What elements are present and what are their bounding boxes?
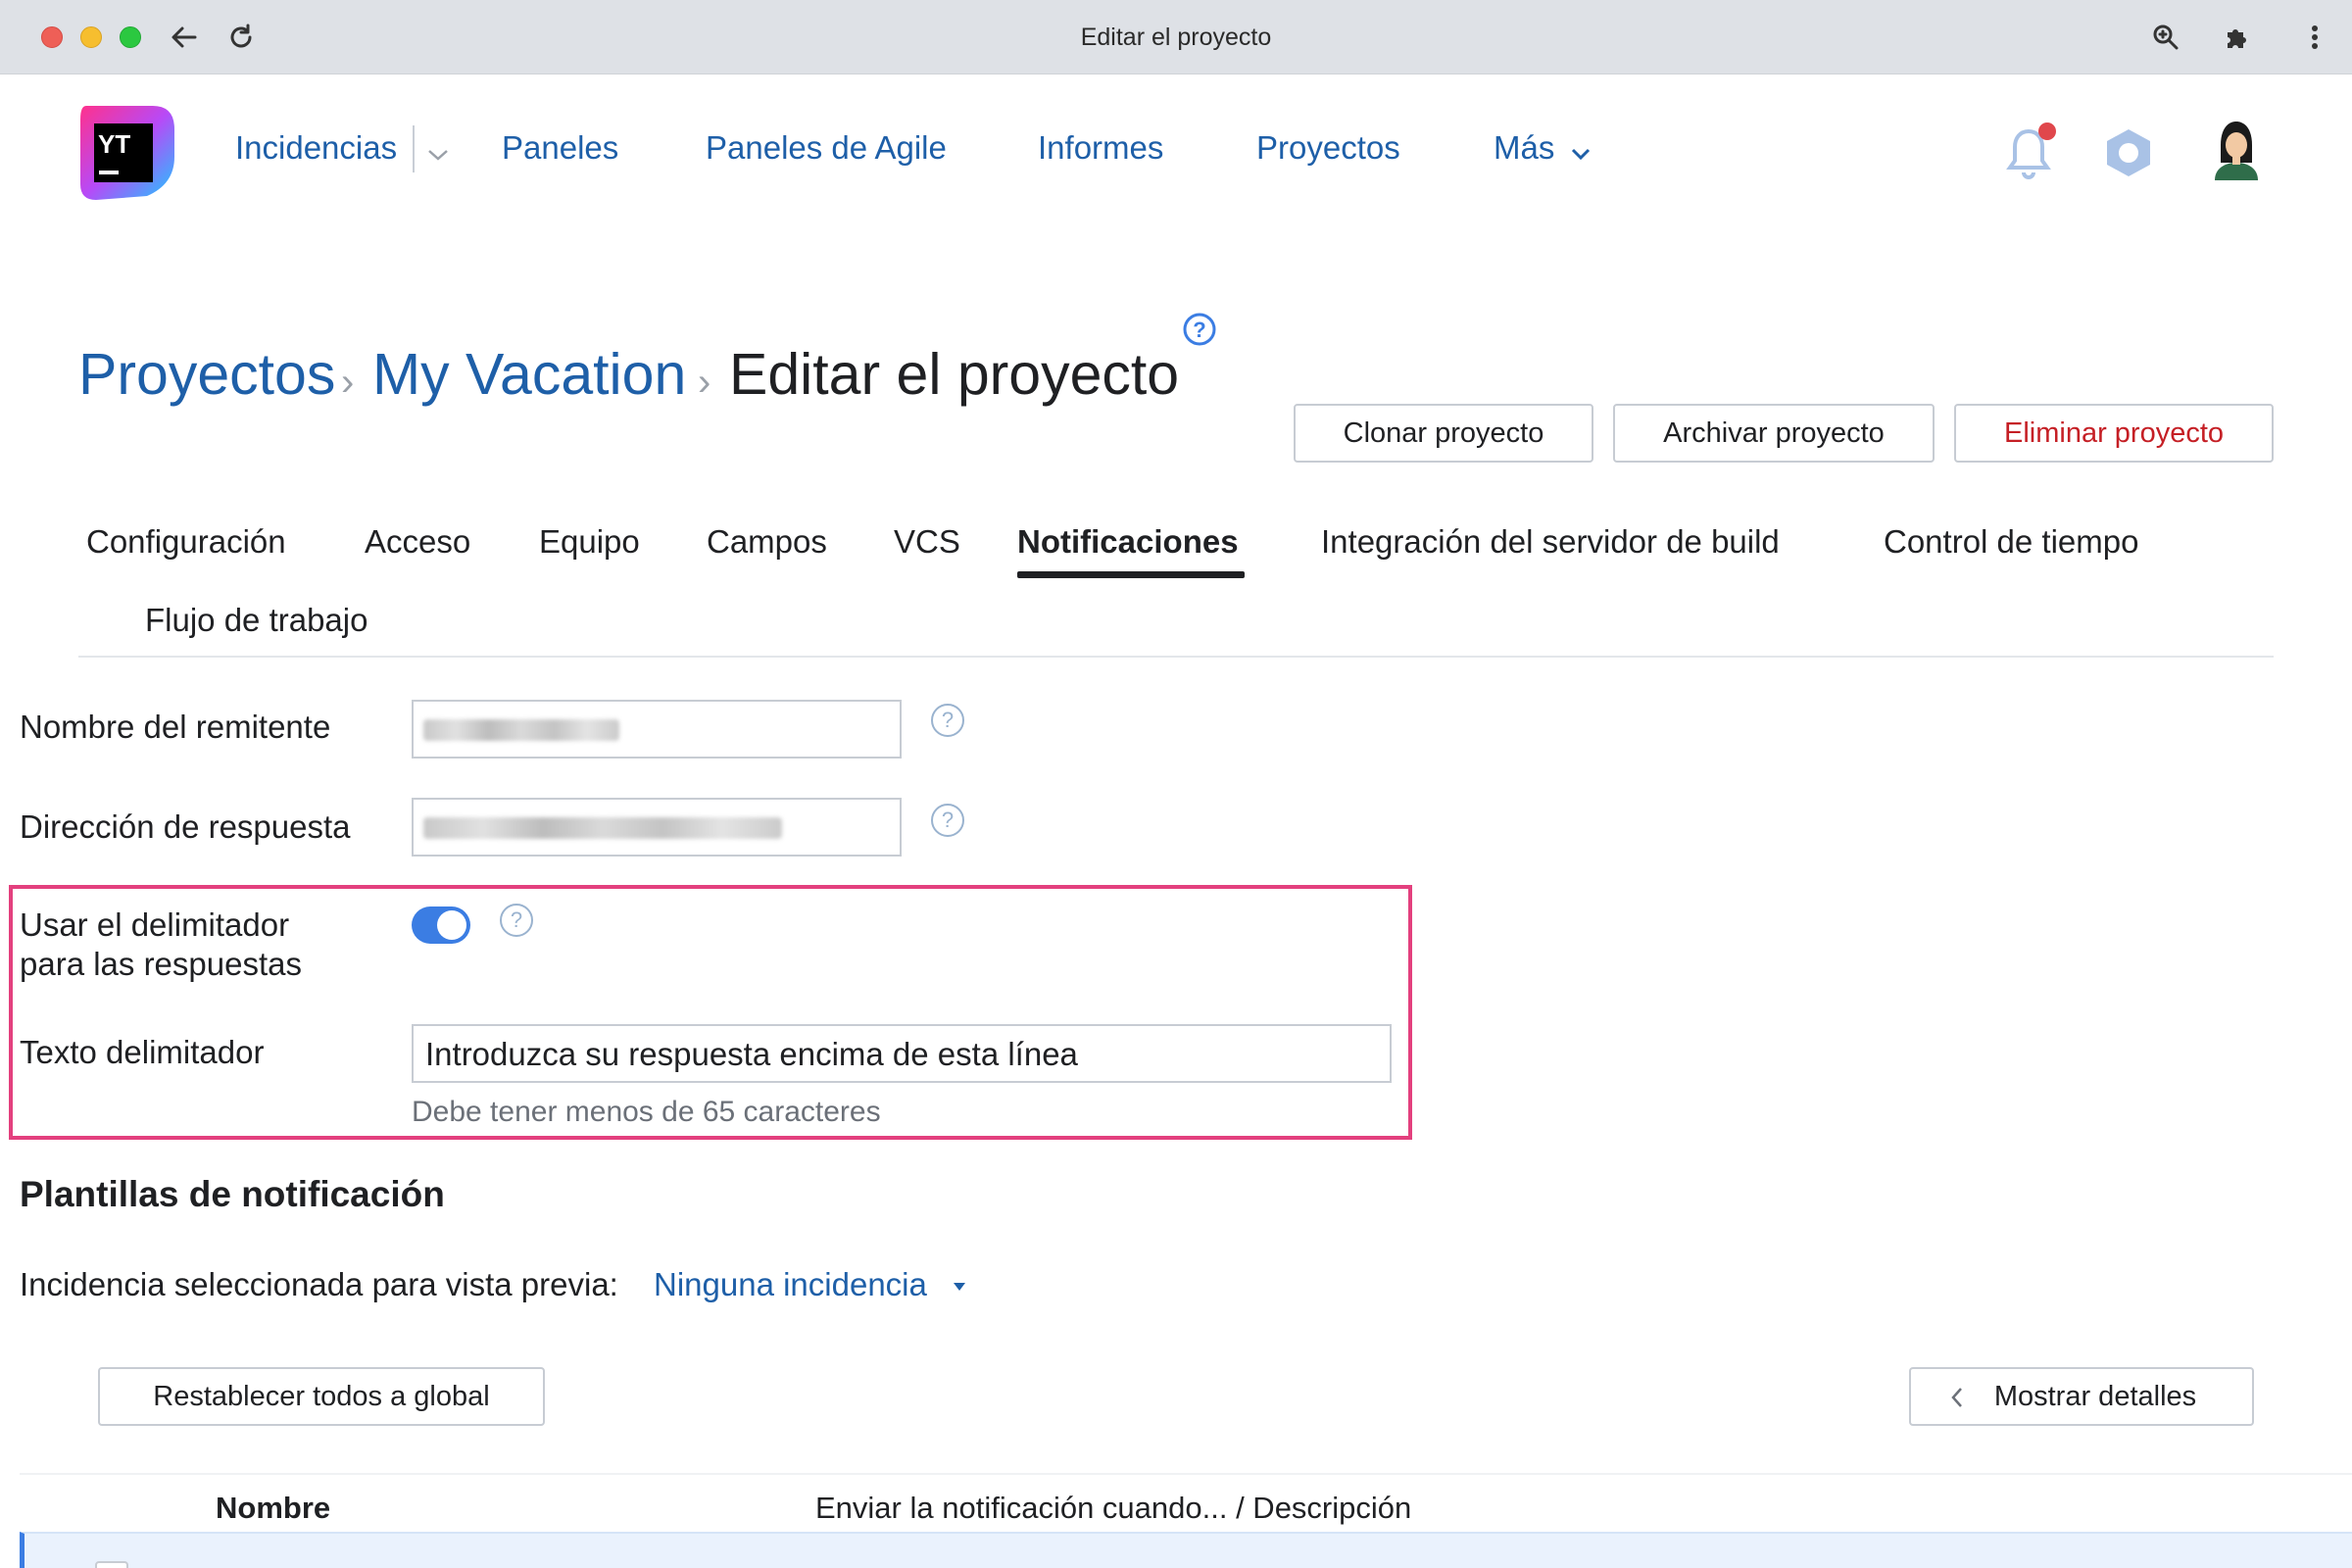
preview-issue-select[interactable]: Ninguna incidencia [654, 1266, 927, 1303]
breadcrumb-separator: › [341, 361, 355, 404]
browser-menu-icon[interactable] [2295, 18, 2334, 57]
toggle-knob [437, 910, 466, 940]
avatar[interactable] [2207, 116, 2266, 180]
delimiter-text-input[interactable]: Introduzca su respuesta encima de esta l… [412, 1024, 1392, 1083]
nav-paneles[interactable]: Paneles [502, 129, 618, 167]
tab-integracion-build[interactable]: Integración del servidor de build [1321, 523, 1780, 561]
notifications-bell-icon[interactable] [2001, 120, 2060, 184]
mas-chevron-down-icon[interactable] [1568, 141, 1593, 167]
sender-name-label: Nombre del remitente [20, 709, 331, 745]
youtrack-logo[interactable]: YT [76, 102, 178, 204]
nav-incidencias[interactable]: Incidencias [235, 129, 397, 167]
show-details-label: Mostrar detalles [1993, 1380, 2197, 1412]
delimiter-help-icon[interactable]: ? [500, 904, 533, 937]
window-title: Editar el proyecto [1080, 24, 1272, 51]
svg-text:?: ? [1193, 318, 1205, 342]
nav-mas[interactable]: Más [1494, 129, 1554, 167]
reply-address-label: Dirección de respuesta [20, 808, 351, 845]
help-hexagon-icon[interactable] [2101, 125, 2156, 180]
tab-campos[interactable]: Campos [707, 523, 827, 561]
tab-notificaciones[interactable]: Notificaciones [1017, 523, 1239, 561]
archive-project-button[interactable]: Archivar proyecto [1613, 404, 1935, 463]
delete-project-button[interactable]: Eliminar proyecto [1954, 404, 2274, 463]
delimiter-text-value: Introduzca su respuesta encima de esta l… [425, 1036, 1078, 1072]
reply-address-help-icon[interactable]: ? [931, 804, 964, 837]
active-tab-indicator [1017, 571, 1245, 578]
page-title: Editar el proyecto [729, 342, 1180, 407]
sender-name-help-icon[interactable]: ? [931, 704, 964, 737]
zoom-icon[interactable] [2146, 18, 2185, 57]
templates-section-title: Plantillas de notificación [20, 1174, 445, 1214]
nav-separator [413, 125, 415, 172]
breadcrumb-proyectos[interactable]: Proyectos [78, 341, 335, 408]
breadcrumb-separator: › [698, 361, 711, 404]
page-help-icon[interactable]: ? [1182, 312, 1217, 352]
breadcrumb-project[interactable]: My Vacation [372, 341, 686, 408]
show-details-button[interactable]: Mostrar detalles [1909, 1367, 2254, 1426]
preview-issue-label: Incidencia seleccionada para vista previ… [20, 1266, 618, 1302]
browser-toolbar: Editar el proyecto [0, 0, 2352, 74]
column-nombre: Nombre [216, 1491, 331, 1525]
tabs-divider [78, 656, 2274, 658]
delimiter-toggle[interactable] [412, 906, 470, 944]
tab-configuracion[interactable]: Configuración [86, 523, 286, 561]
table-row[interactable] [20, 1532, 2352, 1568]
chevron-down-icon[interactable] [423, 143, 453, 167]
tab-control-tiempo[interactable]: Control de tiempo [1884, 523, 2138, 561]
reply-address-input[interactable] [412, 798, 902, 857]
delimiter-text-label: Texto delimitador [20, 1034, 265, 1070]
extensions-icon[interactable] [2217, 18, 2256, 57]
sender-name-input[interactable] [412, 700, 902, 759]
clone-project-button[interactable]: Clonar proyecto [1294, 404, 1593, 463]
delimiter-toggle-label-line1: Usar el delimitador [20, 906, 290, 943]
row-checkbox[interactable] [95, 1561, 128, 1568]
nav-proyectos[interactable]: Proyectos [1256, 129, 1400, 167]
delimiter-hint: Debe tener menos de 65 caracteres [412, 1096, 881, 1128]
nav-informes[interactable]: Informes [1038, 129, 1163, 167]
redacted-reply-address [423, 817, 782, 839]
tab-acceso[interactable]: Acceso [365, 523, 470, 561]
column-descripcion: Enviar la notificación cuando... / Descr… [815, 1491, 1412, 1525]
tab-vcs[interactable]: VCS [894, 523, 960, 561]
tab-flujo-trabajo[interactable]: Flujo de trabajo [145, 602, 368, 639]
svg-text:YT: YT [98, 129, 130, 159]
tab-equipo[interactable]: Equipo [539, 523, 640, 561]
chevron-left-icon [1951, 1388, 1962, 1407]
reset-all-global-button[interactable]: Restablecer todos a global [98, 1367, 545, 1426]
delimiter-toggle-label-line2: para las respuestas [20, 946, 302, 982]
nav-paneles-agile[interactable]: Paneles de Agile [706, 129, 947, 167]
redacted-sender-name [423, 719, 619, 741]
templates-table-header: Nombre Enviar la notificación cuando... … [20, 1473, 2352, 1532]
caret-down-icon[interactable] [954, 1283, 965, 1291]
